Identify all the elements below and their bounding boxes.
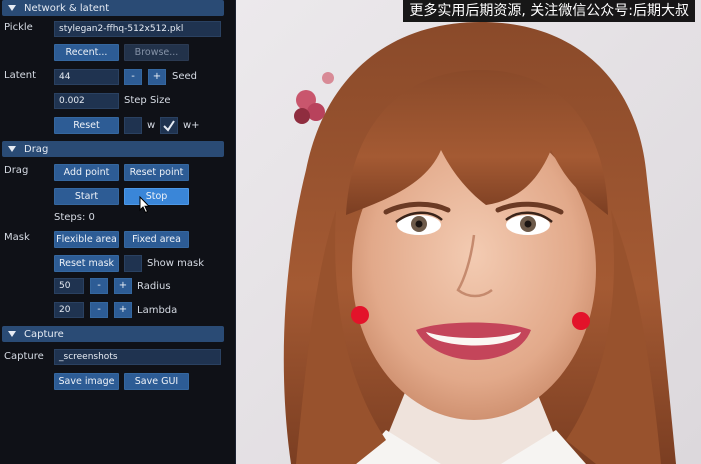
generated-image-canvas[interactable]: 更多实用后期资源, 关注微信公众号:后期大叔 [236,0,701,464]
latent-input[interactable]: 44 [54,69,119,85]
wplus-checkbox[interactable] [160,117,178,134]
section-title: Drag [24,143,49,155]
show-mask-checkbox[interactable] [124,255,142,272]
radius-label: Radius [137,281,171,292]
radius-input[interactable]: 50 [54,278,84,294]
lambda-decrement-button[interactable]: - [90,302,108,318]
lambda-increment-button[interactable]: + [114,302,132,318]
wplus-label: w+ [183,120,200,131]
browse-button[interactable]: Browse... [124,44,189,61]
section-title: Capture [24,328,64,340]
collapse-triangle-icon [8,5,16,11]
section-header-network[interactable]: Network & latent [2,0,224,16]
add-point-button[interactable]: Add point [54,164,119,181]
seed-label: Seed [172,71,197,82]
capture-path-input[interactable]: _screenshots [54,349,221,365]
lambda-input[interactable]: 20 [54,302,84,318]
pickle-label: Pickle [4,22,33,33]
section-header-drag[interactable]: Drag [2,141,224,157]
step-size-label: Step Size [124,95,171,106]
drag-handle-point-left[interactable] [351,306,369,324]
w-checkbox[interactable] [124,117,142,134]
collapse-triangle-icon [8,331,16,337]
save-gui-button[interactable]: Save GUI [124,373,189,390]
mouse-cursor-icon [139,196,151,214]
lambda-label: Lambda [137,305,178,316]
drag-label: Drag [4,165,29,176]
flexible-area-button[interactable]: Flexible area [54,231,119,248]
reset-button[interactable]: Reset [54,117,119,134]
show-mask-label: Show mask [147,258,205,269]
fixed-area-button[interactable]: Fixed area [124,231,189,248]
reset-point-button[interactable]: Reset point [124,164,189,181]
w-label: w [147,120,156,131]
collapse-triangle-icon [8,146,16,152]
start-button[interactable]: Start [54,188,119,205]
pickle-input[interactable]: stylegan2-ffhq-512x512.pkl [54,21,221,37]
save-image-button[interactable]: Save image [54,373,119,390]
seed-decrement-button[interactable]: - [124,69,142,85]
reset-mask-button[interactable]: Reset mask [54,255,119,272]
seed-increment-button[interactable]: + [148,69,166,85]
mask-label: Mask [4,232,30,243]
step-size-input[interactable]: 0.002 [54,93,119,109]
stop-button[interactable]: Stop [124,188,189,205]
radius-increment-button[interactable]: + [114,278,132,294]
portrait-image [236,0,701,464]
section-title: Network & latent [24,2,110,14]
steps-counter: Steps: 0 [54,212,95,223]
drag-handle-point-right[interactable] [572,312,590,330]
radius-decrement-button[interactable]: - [90,278,108,294]
latent-label: Latent [4,70,37,81]
checkmark-icon [163,120,175,132]
control-panel: Network & latent Pickle stylegan2-ffhq-5… [0,0,236,464]
watermark-banner: 更多实用后期资源, 关注微信公众号:后期大叔 [403,0,695,22]
section-header-capture[interactable]: Capture [2,326,224,342]
recent-button[interactable]: Recent... [54,44,119,61]
capture-label: Capture [4,351,44,362]
